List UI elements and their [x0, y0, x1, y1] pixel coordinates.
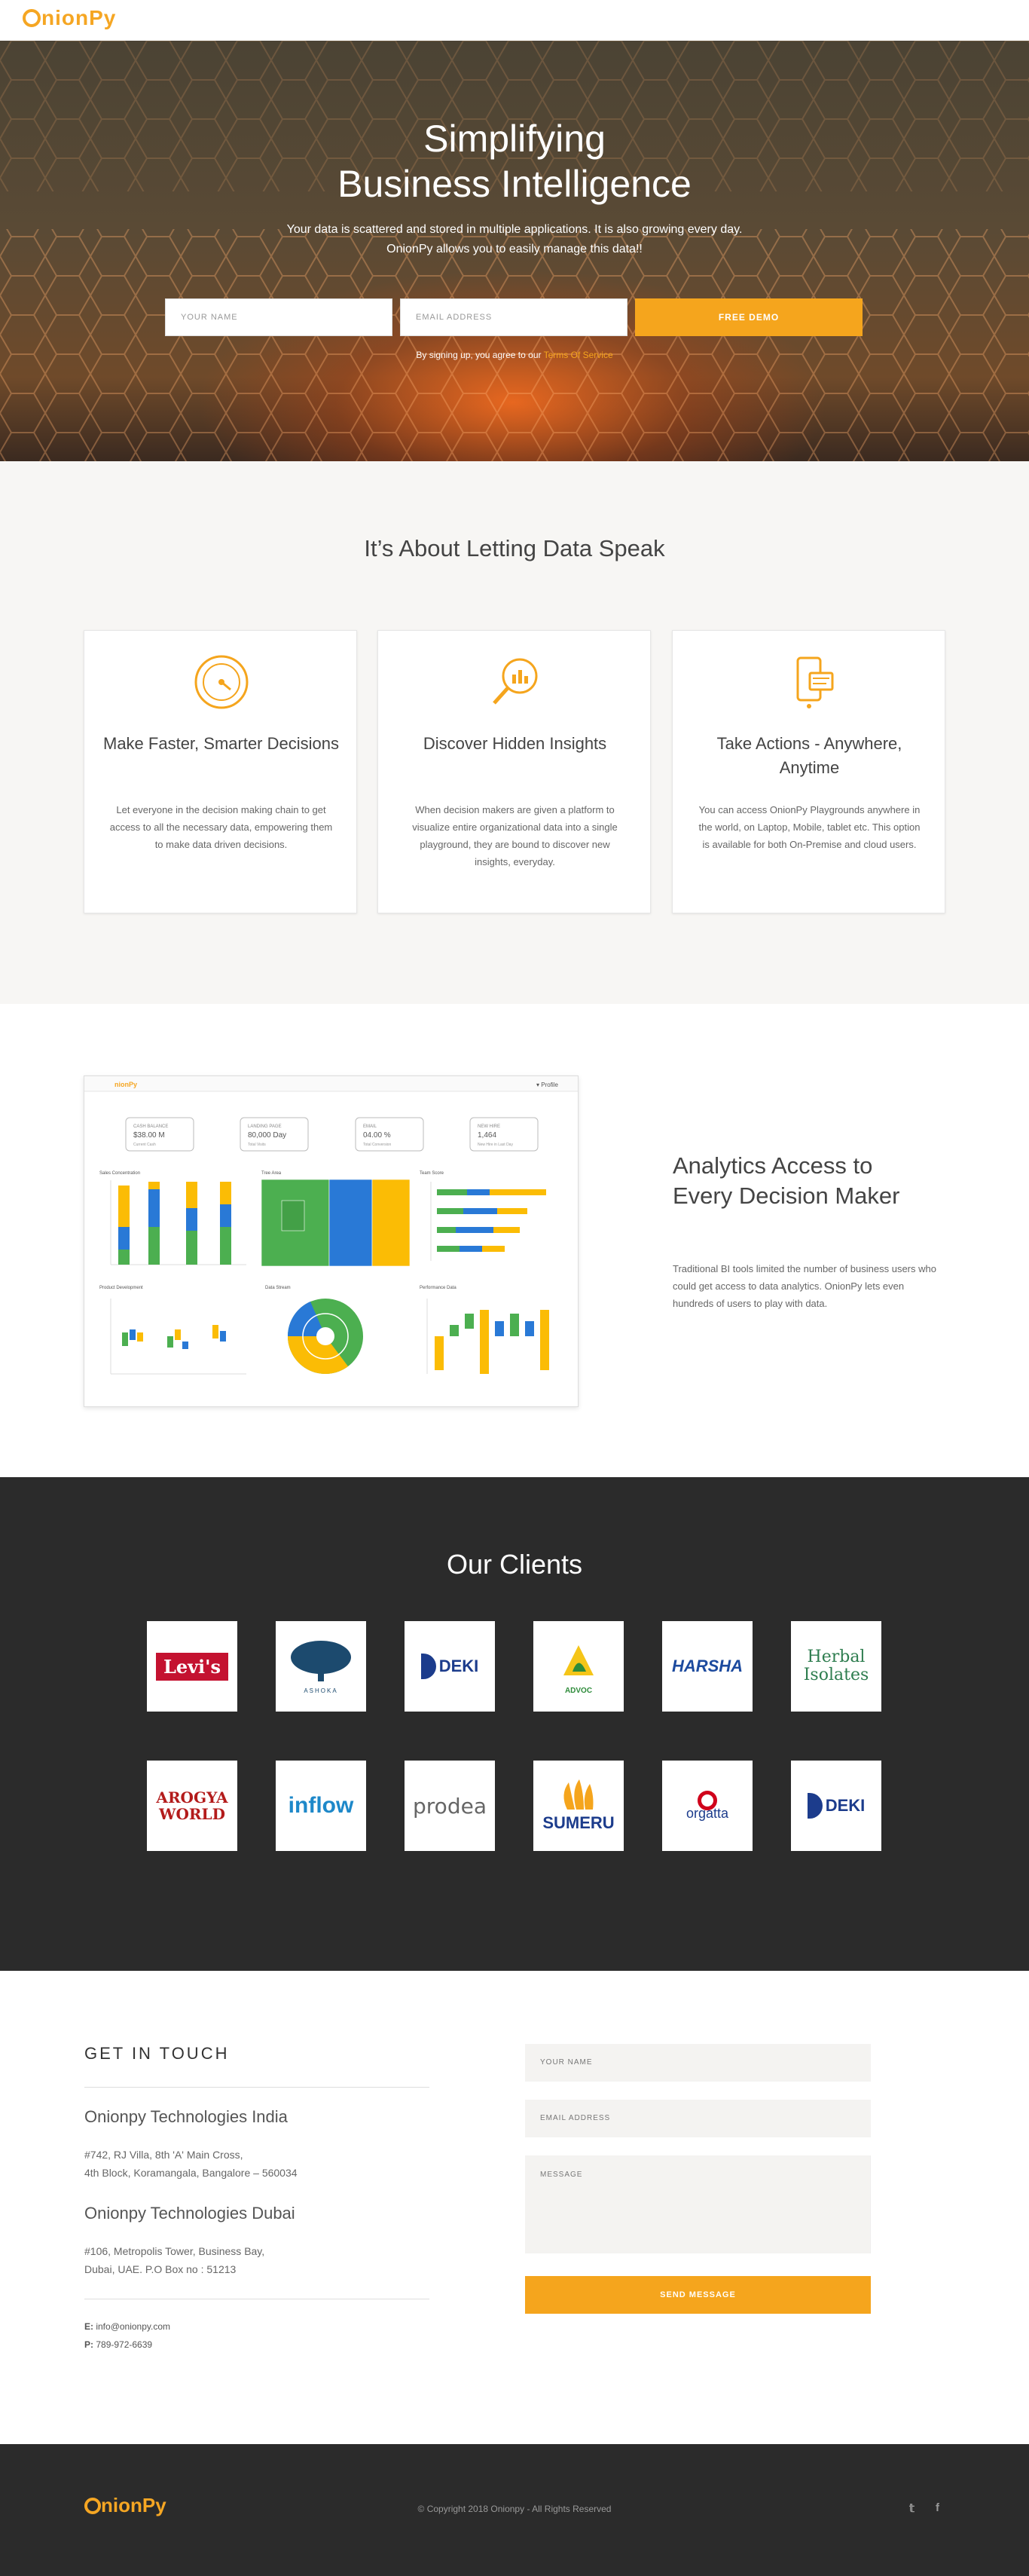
contact-details: E: info@onionpy.com P: 789-972-6639	[84, 2321, 171, 2350]
client-logo-deki: DEKI	[405, 1621, 495, 1712]
flame-icon	[563, 1779, 594, 1810]
chart-title: Product Development	[99, 1286, 143, 1290]
kpi-label: EMAIL	[363, 1124, 377, 1129]
feature-text: Let everyone in the decision making chai…	[109, 804, 333, 850]
waterfall-chart	[426, 1299, 549, 1374]
office-india-address: #742, RJ Villa, 8th 'A' Main Cross, 4th B…	[84, 2149, 298, 2179]
analytics-heading: Analytics Access to Every Decision Maker	[673, 1152, 900, 1209]
hero-name-input[interactable]: YOUR NAME	[165, 298, 392, 336]
hero-email-input[interactable]: EMAIL ADDRESS	[400, 298, 627, 336]
kpi-label: CASH BALANCE	[133, 1124, 168, 1129]
features-section: It’s About Letting Data Speak Make Faste…	[0, 461, 1029, 1004]
dashboard-preview-image: nionPy ▾ Profile CASH BALANCE $38.00 M C…	[84, 1075, 579, 1407]
phone-number: 789-972-6639	[96, 2339, 153, 2350]
feature-card-decisions: Make Faster, Smarter Decisions Let every…	[84, 630, 357, 913]
horizontal-bar-chart	[430, 1182, 546, 1261]
copyright-text: © Copyright 2018 Onionpy - All Rights Re…	[417, 2504, 612, 2514]
client-logo-orgatta: orgatta	[662, 1761, 753, 1851]
terms-of-service-link[interactable]: Terms Of Service	[544, 350, 613, 360]
email-link[interactable]: info@onionpy.com	[96, 2321, 170, 2332]
contact-heading: GET IN TOUCH	[84, 2044, 230, 2063]
kpi-value: 1,464	[478, 1131, 496, 1140]
feature-text: You can access OnionPy Playgrounds anywh…	[698, 804, 921, 850]
office-india-name: Onionpy Technologies India	[84, 2107, 288, 2126]
chart-title: Tree Area	[261, 1171, 282, 1176]
kpi-value: 04.00 %	[363, 1131, 391, 1140]
contact-message-textarea[interactable]: MESSAGE	[525, 2155, 871, 2253]
analytics-section: nionPy ▾ Profile CASH BALANCE $38.00 M C…	[0, 1004, 1029, 1477]
feature-text: When decision makers are given a platfor…	[412, 804, 618, 867]
office-dubai-address: #106, Metropolis Tower, Business Bay, Dub…	[84, 2245, 265, 2275]
chart-title: Performance Data	[420, 1286, 456, 1290]
footer: nionPy © Copyright 2018 Onionpy - All Ri…	[0, 2444, 1029, 2576]
speedometer-icon	[194, 655, 249, 709]
contact-name-input[interactable]: YOUR NAME	[525, 2044, 871, 2082]
contact-section: GET IN TOUCH Onionpy Technologies India …	[0, 1971, 1029, 2444]
hero-title: Simplifying Business Intelligence	[337, 118, 692, 205]
kpi-sub: Total Visits	[248, 1143, 266, 1147]
client-logo-levis: Levi's	[147, 1621, 237, 1712]
feature-title: Make Faster, Smarter Decisions	[103, 734, 339, 753]
chart-title: Team Score	[420, 1171, 444, 1176]
chart-title: Sales Concentration	[99, 1171, 140, 1176]
features-heading: It’s About Letting Data Speak	[364, 535, 665, 561]
feature-card-insights: Discover Hidden Insights When decision m…	[377, 630, 651, 913]
client-logo-deki-2: DEKI	[791, 1761, 881, 1851]
office-dubai-name: Onionpy Technologies Dubai	[84, 2204, 295, 2223]
kpi-value: $38.00 M	[133, 1131, 165, 1140]
send-message-button[interactable]: SEND MESSAGE	[525, 2276, 871, 2314]
tree-icon	[291, 1641, 351, 1681]
onionpy-logo[interactable]: nionPy	[23, 6, 116, 30]
free-demo-button[interactable]: FREE DEMO	[635, 298, 863, 336]
kpi-value: 80,000 Day	[248, 1131, 286, 1140]
client-logo-prodea: prodea	[405, 1761, 495, 1851]
feature-card-anywhere: Take Actions - Anywhere, Anytime You can…	[672, 630, 945, 913]
twitter-icon[interactable]: 𝕥	[909, 2501, 914, 2515]
kpi-sub: Current Cash	[133, 1143, 156, 1147]
mobile-devices-icon	[796, 656, 834, 708]
candlestick-chart	[110, 1299, 246, 1375]
clients-section: Our Clients Levi's ASHOKA DEKI ADVOC HAR…	[0, 1477, 1029, 1971]
terms-text: By signing up, you agree to our Terms Of…	[416, 350, 613, 360]
kpi-sub: New Hire in Last Day	[478, 1143, 513, 1147]
stacked-bar-chart	[110, 1180, 246, 1265]
dashboard-profile: ▾ Profile	[536, 1081, 558, 1088]
client-logo-herbal-isolates: Herbal Isolates	[791, 1621, 881, 1712]
feature-title: Take Actions - Anywhere, Anytime	[716, 734, 902, 777]
clients-heading: Our Clients	[446, 1549, 583, 1580]
client-logo-ashoka: ASHOKA	[276, 1621, 366, 1712]
magnifier-chart-icon	[493, 658, 538, 705]
hero-subtitle: Your data is scattered and stored in mul…	[286, 223, 743, 255]
analytics-text: Traditional BI tools limited the number …	[673, 1263, 936, 1309]
dashboard-logo: nionPy	[115, 1081, 137, 1088]
top-nav: nionPy	[0, 0, 1029, 41]
kpi-label: LANDING PAGE	[248, 1124, 282, 1129]
kpi-label: NEW HIRE	[478, 1124, 500, 1129]
treemap-chart	[261, 1179, 411, 1267]
hero-section: Simplifying Business Intelligence Your da…	[0, 41, 1029, 461]
client-logo-harsha: HARSHA	[662, 1621, 753, 1712]
leaf-icon	[563, 1645, 594, 1675]
kpi-sub: Total Conversion	[363, 1143, 391, 1147]
client-logo-arogya-world: AROGYA WORLD	[147, 1761, 237, 1851]
client-logo-advoc: ADVOC	[533, 1621, 624, 1712]
client-logo-inflow: inflow	[276, 1761, 366, 1851]
chart-title: Data Stream	[265, 1286, 291, 1290]
dashboard-illustration: nionPy ▾ Profile CASH BALANCE $38.00 M C…	[84, 1076, 578, 1375]
sunburst-chart	[287, 1299, 363, 1374]
feature-title: Discover Hidden Insights	[423, 734, 607, 753]
divider	[84, 2087, 429, 2088]
client-logo-sumeru: SUMERU	[533, 1761, 624, 1851]
contact-email-input[interactable]: EMAIL ADDRESS	[525, 2100, 871, 2137]
facebook-icon[interactable]: f	[936, 2501, 939, 2514]
